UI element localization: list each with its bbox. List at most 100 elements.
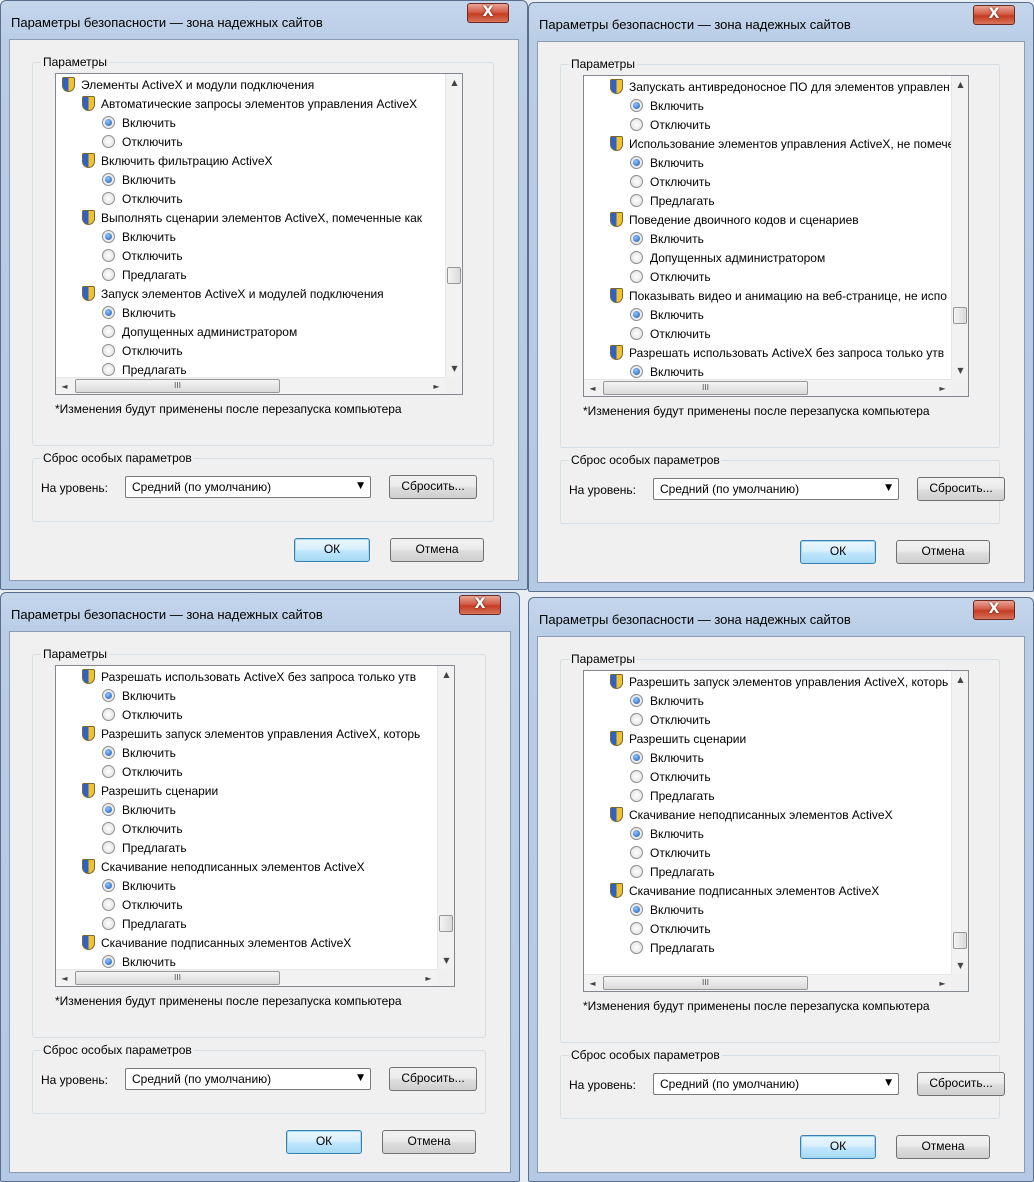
ok-button[interactable]: ОК	[294, 538, 370, 562]
vertical-scrollbar[interactable]: ▲ ▼	[951, 671, 968, 974]
radio-button[interactable]	[102, 803, 115, 816]
level-dropdown[interactable]: Средний (по умолчанию) ▼	[653, 1073, 899, 1095]
option-item[interactable]: Включить	[102, 304, 176, 323]
option-item[interactable]: Отключить	[102, 706, 183, 725]
radio-button[interactable]	[630, 327, 643, 340]
level-dropdown[interactable]: Средний (по умолчанию) ▼	[125, 476, 371, 498]
option-item[interactable]: Предлагать	[102, 266, 187, 285]
settings-tree[interactable]: Разрешить запуск элементов управления Ac…	[583, 670, 969, 992]
radio-button[interactable]	[102, 841, 115, 854]
reset-button[interactable]: Сбросить...	[389, 1067, 477, 1091]
option-item[interactable]: Отключить	[102, 247, 183, 266]
radio-button[interactable]	[630, 922, 643, 935]
radio-button[interactable]	[630, 846, 643, 859]
radio-button[interactable]	[630, 270, 643, 283]
option-item[interactable]: Предлагать	[630, 192, 715, 211]
option-item[interactable]: Отключить	[630, 268, 711, 287]
radio-button[interactable]	[102, 689, 115, 702]
cancel-button[interactable]: Отмена	[390, 538, 484, 562]
horizontal-scrollbar[interactable]: ◄ ► III	[56, 377, 445, 394]
radio-button[interactable]	[102, 116, 115, 129]
radio-button[interactable]	[630, 175, 643, 188]
radio-button[interactable]	[102, 898, 115, 911]
option-item[interactable]: Включить	[630, 692, 704, 711]
radio-button[interactable]	[630, 903, 643, 916]
option-item[interactable]: Отключить	[630, 116, 711, 135]
scroll-up-arrow-icon[interactable]: ▲	[952, 671, 968, 688]
vertical-scrollbar[interactable]: ▲ ▼	[951, 76, 968, 379]
scroll-down-arrow-icon[interactable]: ▼	[952, 957, 968, 974]
reset-button[interactable]: Сбросить...	[389, 475, 477, 499]
radio-button[interactable]	[630, 865, 643, 878]
horizontal-scroll-thumb[interactable]: III	[75, 971, 280, 985]
scroll-left-arrow-icon[interactable]: ◄	[584, 380, 601, 396]
radio-button[interactable]	[102, 268, 115, 281]
scroll-down-arrow-icon[interactable]: ▼	[438, 952, 454, 969]
settings-tree[interactable]: Запускать антивредоносное ПО для элемент…	[583, 75, 969, 397]
option-item[interactable]: Отключить	[630, 173, 711, 192]
scroll-right-arrow-icon[interactable]: ►	[420, 970, 437, 986]
option-item[interactable]: Предлагать	[102, 361, 187, 377]
option-item[interactable]: Предлагать	[630, 939, 715, 958]
close-button[interactable]: X	[459, 595, 501, 615]
option-item[interactable]: Включить	[102, 687, 176, 706]
option-item[interactable]: Предлагать	[102, 915, 187, 934]
option-item[interactable]: Отключить	[630, 711, 711, 730]
radio-button[interactable]	[102, 363, 115, 376]
ok-button[interactable]: ОК	[286, 1130, 362, 1154]
scroll-up-arrow-icon[interactable]: ▲	[438, 666, 454, 683]
cancel-button[interactable]: Отмена	[896, 540, 990, 564]
ok-button[interactable]: ОК	[800, 1135, 876, 1159]
radio-button[interactable]	[102, 173, 115, 186]
radio-button[interactable]	[102, 917, 115, 930]
scroll-right-arrow-icon[interactable]: ►	[934, 975, 951, 991]
close-button[interactable]: X	[467, 3, 509, 23]
option-item[interactable]: Включить	[102, 744, 176, 763]
radio-button[interactable]	[102, 344, 115, 357]
horizontal-scrollbar[interactable]: ◄ ► III	[56, 969, 437, 986]
scroll-right-arrow-icon[interactable]: ►	[934, 380, 951, 396]
radio-button[interactable]	[630, 156, 643, 169]
close-button[interactable]: X	[973, 5, 1015, 25]
reset-button[interactable]: Сбросить...	[917, 477, 1005, 501]
option-item[interactable]: Допущенных администратором	[102, 323, 297, 342]
close-button[interactable]: X	[973, 600, 1015, 620]
option-item[interactable]: Отключить	[102, 190, 183, 209]
option-item[interactable]: Включить	[630, 749, 704, 768]
horizontal-scroll-thumb[interactable]: III	[75, 379, 280, 393]
radio-button[interactable]	[630, 751, 643, 764]
settings-tree[interactable]: Разрешать использовать ActiveX без запро…	[55, 665, 455, 987]
ok-button[interactable]: ОК	[800, 540, 876, 564]
radio-button[interactable]	[630, 194, 643, 207]
radio-button[interactable]	[102, 135, 115, 148]
level-dropdown[interactable]: Средний (по умолчанию) ▼	[653, 478, 899, 500]
horizontal-scroll-thumb[interactable]: III	[603, 381, 808, 395]
cancel-button[interactable]: Отмена	[896, 1135, 990, 1159]
radio-button[interactable]	[630, 365, 643, 378]
option-item[interactable]: Допущенных администратором	[630, 249, 825, 268]
horizontal-scrollbar[interactable]: ◄ ► III	[584, 379, 951, 396]
radio-button[interactable]	[630, 308, 643, 321]
option-item[interactable]: Отключить	[630, 844, 711, 863]
vertical-scroll-thumb[interactable]	[447, 267, 461, 284]
option-item[interactable]: Отключить	[102, 896, 183, 915]
vertical-scrollbar[interactable]: ▲ ▼	[437, 666, 454, 969]
option-item[interactable]: Отключить	[630, 920, 711, 939]
option-item[interactable]: Отключить	[630, 325, 711, 344]
scroll-up-arrow-icon[interactable]: ▲	[952, 76, 968, 93]
scroll-right-arrow-icon[interactable]: ►	[428, 378, 445, 394]
scroll-down-arrow-icon[interactable]: ▼	[446, 360, 462, 377]
option-item[interactable]: Включить	[630, 363, 704, 379]
option-item[interactable]: Включить	[102, 877, 176, 896]
option-item[interactable]: Включить	[630, 154, 704, 173]
horizontal-scrollbar[interactable]: ◄ ► III	[584, 974, 951, 991]
option-item[interactable]: Включить	[102, 171, 176, 190]
vertical-scroll-thumb[interactable]	[439, 915, 453, 932]
radio-button[interactable]	[630, 232, 643, 245]
option-item[interactable]: Включить	[102, 953, 176, 969]
option-item[interactable]: Отключить	[102, 342, 183, 361]
radio-button[interactable]	[102, 822, 115, 835]
radio-button[interactable]	[102, 746, 115, 759]
settings-tree[interactable]: Элементы ActiveX и модули подключения Авт…	[55, 73, 463, 395]
radio-button[interactable]	[630, 770, 643, 783]
